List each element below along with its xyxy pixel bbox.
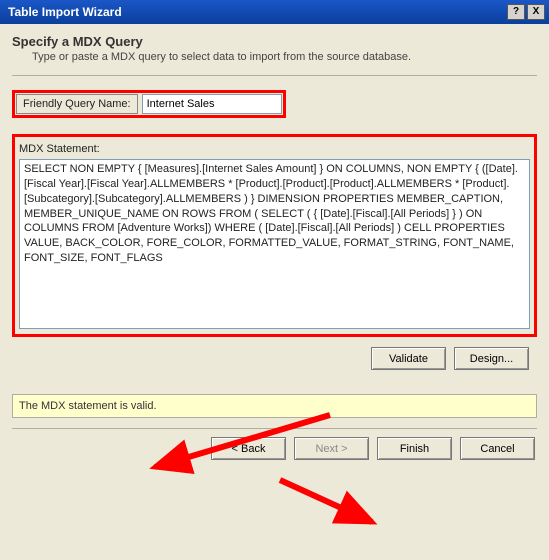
friendly-name-label: Friendly Query Name: bbox=[16, 94, 138, 114]
close-button[interactable]: X bbox=[527, 4, 545, 20]
nav-buttons: < Back Next > Finish Cancel bbox=[12, 437, 537, 460]
mdx-statement-input[interactable] bbox=[19, 159, 530, 329]
validate-button[interactable]: Validate bbox=[371, 347, 446, 370]
finish-button[interactable]: Finish bbox=[377, 437, 452, 460]
back-button[interactable]: < Back bbox=[211, 437, 286, 460]
mdx-section: MDX Statement: bbox=[12, 134, 537, 337]
mdx-label: MDX Statement: bbox=[19, 141, 530, 157]
titlebar: Table Import Wizard ? X bbox=[0, 0, 549, 24]
validate-row: Validate Design... bbox=[12, 347, 537, 370]
dialog-body: Specify a MDX Query Type or paste a MDX … bbox=[0, 24, 549, 472]
page-title: Specify a MDX Query bbox=[12, 34, 537, 49]
status-area: The MDX statement is valid. bbox=[12, 394, 537, 418]
friendly-name-row: Friendly Query Name: bbox=[12, 90, 286, 118]
design-button[interactable]: Design... bbox=[454, 347, 529, 370]
friendly-name-input[interactable] bbox=[142, 94, 282, 114]
next-button[interactable]: Next > bbox=[294, 437, 369, 460]
help-button[interactable]: ? bbox=[507, 4, 525, 20]
window-title: Table Import Wizard bbox=[8, 5, 505, 19]
page-description: Type or paste a MDX query to select data… bbox=[32, 51, 537, 63]
status-message: The MDX statement is valid. bbox=[12, 394, 537, 418]
bottom-divider bbox=[12, 428, 537, 429]
divider bbox=[12, 75, 537, 76]
cancel-button[interactable]: Cancel bbox=[460, 437, 535, 460]
